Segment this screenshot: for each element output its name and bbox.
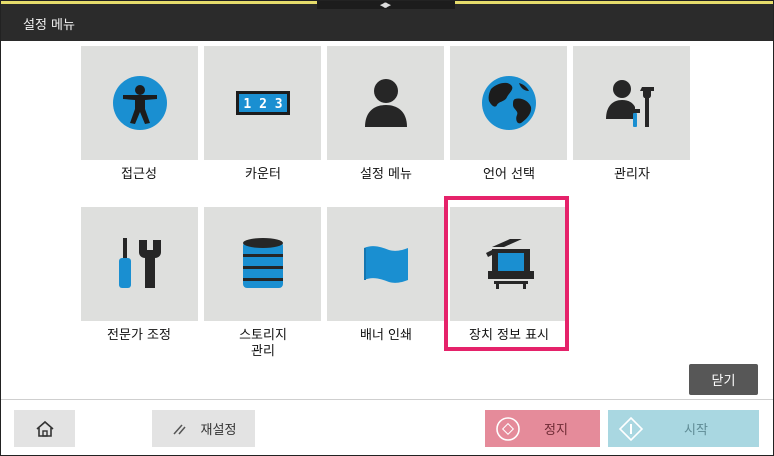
stop-icon — [496, 416, 520, 441]
title-bar: ◂●▸ 설정 메뉴 — [1, 1, 773, 41]
start-label: 시작 — [684, 423, 708, 438]
tile-counter[interactable]: 1 2 3 — [204, 46, 321, 160]
start-button[interactable]: 시작 — [608, 410, 759, 447]
tile-language-label: 언어 선택 — [483, 167, 535, 182]
banner-icon — [363, 246, 408, 283]
reset-icon — [172, 424, 186, 434]
home-button[interactable] — [14, 410, 75, 447]
database-icon — [242, 238, 283, 288]
tile-language[interactable] — [450, 46, 567, 160]
tile-storage-management-label: 스토리지 관리 — [203, 328, 323, 360]
selection-highlight — [444, 196, 569, 351]
start-icon — [618, 416, 644, 441]
tile-administrator-label: 관리자 — [614, 167, 650, 182]
reset-button[interactable]: 재설정 — [152, 410, 255, 447]
storage-label-line1: 스토리지 — [239, 328, 287, 343]
admin-icon — [605, 80, 654, 127]
tile-accessibility-label: 접근성 — [121, 167, 157, 182]
tile-administrator[interactable] — [573, 46, 690, 160]
globe-icon — [481, 76, 536, 130]
close-button[interactable]: 닫기 — [689, 364, 758, 395]
counter-digits: 1 2 3 — [243, 97, 282, 112]
pull-down-handle[interactable]: ◂●▸ — [317, 1, 455, 9]
accessibility-icon — [112, 76, 167, 130]
tile-accessibility[interactable] — [81, 46, 198, 160]
person-icon — [364, 79, 407, 127]
stop-button[interactable]: 정지 — [485, 410, 600, 447]
tile-settings-menu[interactable] — [327, 46, 444, 160]
grip-icon: ◂●▸ — [379, 1, 391, 9]
storage-label-line2: 관리 — [251, 344, 275, 359]
counter-icon: 1 2 3 — [235, 91, 290, 115]
home-icon — [35, 420, 54, 437]
screen-frame: ◂●▸ 설정 메뉴 접근성 1 2 3 카운터 설정 메뉴 언어 선택 관리자 … — [0, 0, 774, 456]
footer-divider — [1, 399, 773, 400]
tile-settings-menu-label: 설정 메뉴 — [360, 167, 412, 182]
tools-icon — [118, 238, 161, 288]
stop-label: 정지 — [544, 423, 568, 438]
tile-banner-print[interactable] — [327, 207, 444, 321]
tile-expert-adjustment[interactable] — [81, 207, 198, 321]
tile-banner-print-label: 배너 인쇄 — [360, 328, 412, 343]
reset-label: 재설정 — [200, 423, 237, 438]
tile-storage-management[interactable] — [204, 207, 321, 321]
tile-expert-adjustment-label: 전문가 조정 — [107, 328, 171, 343]
tile-counter-label: 카운터 — [245, 167, 281, 182]
page-title: 설정 메뉴 — [23, 18, 75, 33]
